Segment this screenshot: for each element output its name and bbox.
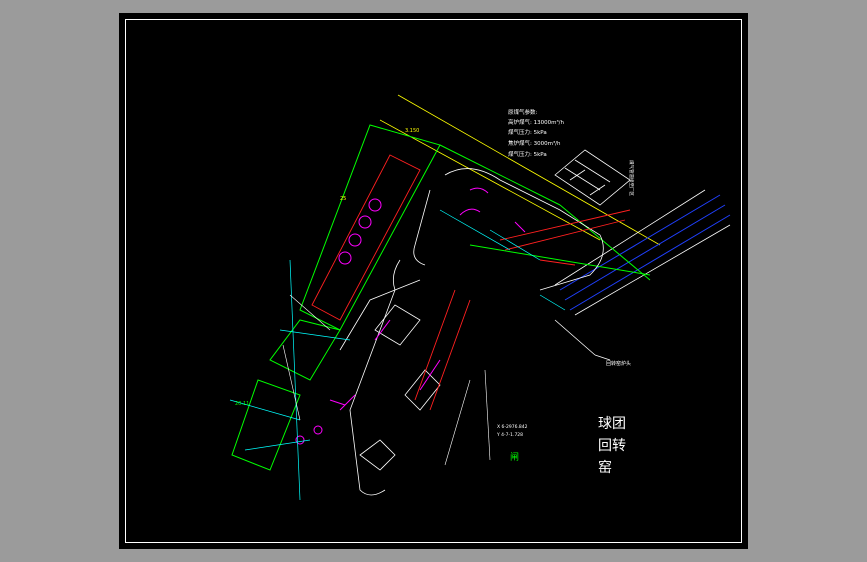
dim-label-left: 20.11 — [235, 401, 249, 407]
notes-line2: 煤气压力: 5kPa — [508, 128, 547, 136]
pipeline — [559, 194, 731, 311]
notes-line1: 高炉煤气: 13000m³/h — [508, 118, 565, 126]
magenta-details — [295, 187, 526, 445]
drawing-title: 球团 回转 窑 — [598, 416, 626, 476]
coord-line-2: Y 4-7-1.728 — [496, 432, 523, 438]
cad-drawing: 原煤气参数: 高炉煤气: 13000m³/h 煤气压力: 5kPa 焦炉煤气: … — [229, 94, 731, 501]
notes-header: 原煤气参数: — [508, 108, 538, 116]
notes-line3: 焦炉煤气: 3000m³/h — [508, 139, 561, 147]
pipeline-outline — [554, 189, 731, 316]
vertical-note: 煤气管道接至厂区 — [628, 160, 635, 196]
dim-label-3150: 3.150 — [405, 128, 419, 134]
coord-line-1: X 6-2976.842 — [497, 424, 528, 430]
side-note: 回转窑炉头 — [606, 360, 631, 367]
dimension-labels: 3.150 25 20.11 — [235, 128, 419, 407]
dim-label-25: 25 — [340, 196, 346, 202]
title-line-3: 窑 — [598, 459, 612, 476]
title-line-1: 球团 — [598, 416, 626, 432]
title-line-2: 回转 — [598, 438, 626, 454]
coordinates: X 6-2976.842 Y 4-7-1.728 — [496, 424, 528, 438]
road-lines — [379, 94, 661, 246]
leader-lines — [282, 294, 491, 466]
kiln-outline — [339, 149, 631, 496]
gate-label: 闸 — [510, 452, 519, 463]
notes-block: 原煤气参数: 高炉煤气: 13000m³/h 煤气压力: 5kPa 焦炉煤气: … — [508, 108, 565, 158]
notes-line4: 煤气压力: 5kPa — [508, 150, 547, 158]
